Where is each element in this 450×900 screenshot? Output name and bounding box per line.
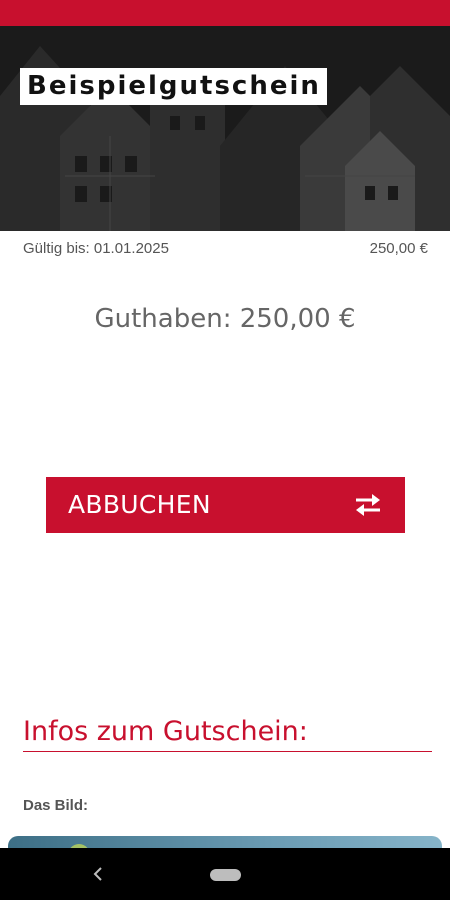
charge-button[interactable]: ABBUCHEN — [46, 477, 405, 533]
voucher-amount: 250,00 € — [369, 240, 428, 257]
balance-text: Guthaben: 250,00 € — [94, 304, 356, 334]
voucher-title: Beispielgutschein — [20, 68, 327, 105]
back-icon[interactable] — [89, 864, 109, 884]
voucher-meta-row: Gültig bis: 01.01.2025 250,00 € — [0, 238, 450, 260]
image-label: Das Bild: — [23, 797, 89, 814]
charge-button-label: ABBUCHEN — [68, 490, 211, 519]
system-nav-bar — [0, 848, 450, 900]
info-heading: Infos zum Gutschein: — [23, 714, 432, 752]
home-pill-icon[interactable] — [210, 869, 241, 881]
status-bar — [0, 0, 450, 26]
voucher-header-image: Beispielgutschein — [0, 26, 450, 231]
swap-arrows-icon — [356, 494, 380, 516]
town-roofs-photo — [0, 26, 450, 231]
valid-until-text: Gültig bis: 01.01.2025 — [23, 240, 169, 257]
